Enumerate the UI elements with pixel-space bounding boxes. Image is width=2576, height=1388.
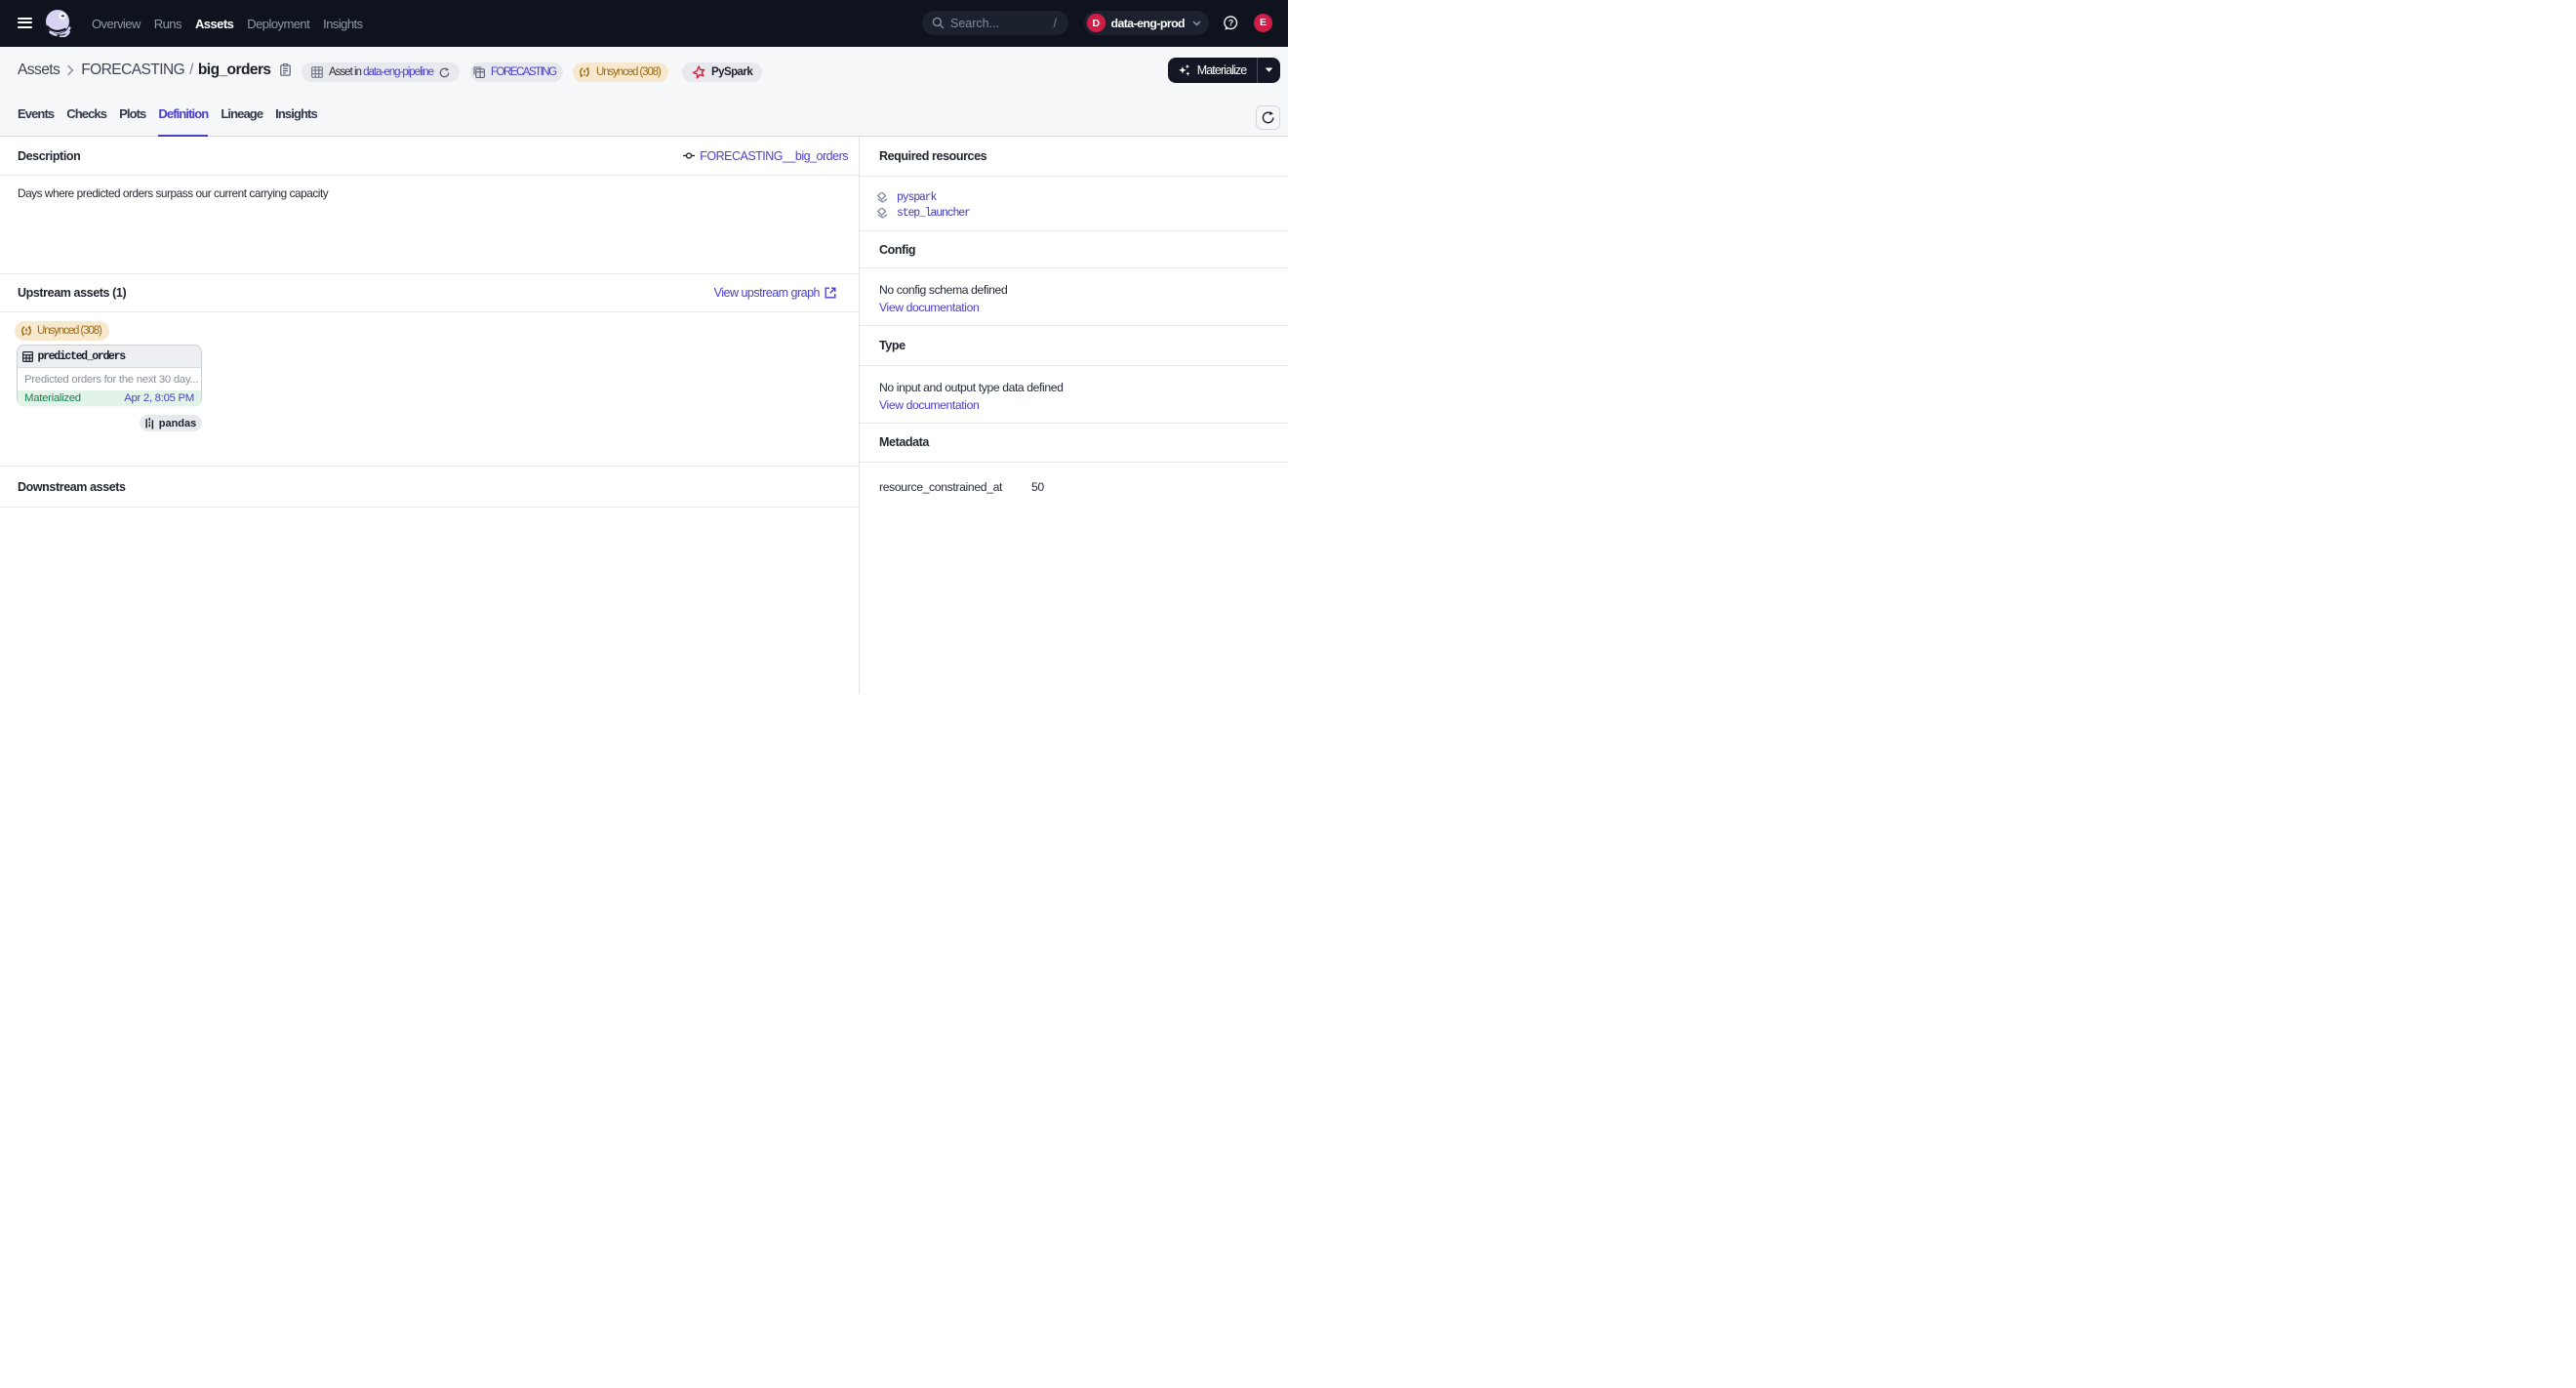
svg-text:?: ?	[1228, 19, 1233, 28]
